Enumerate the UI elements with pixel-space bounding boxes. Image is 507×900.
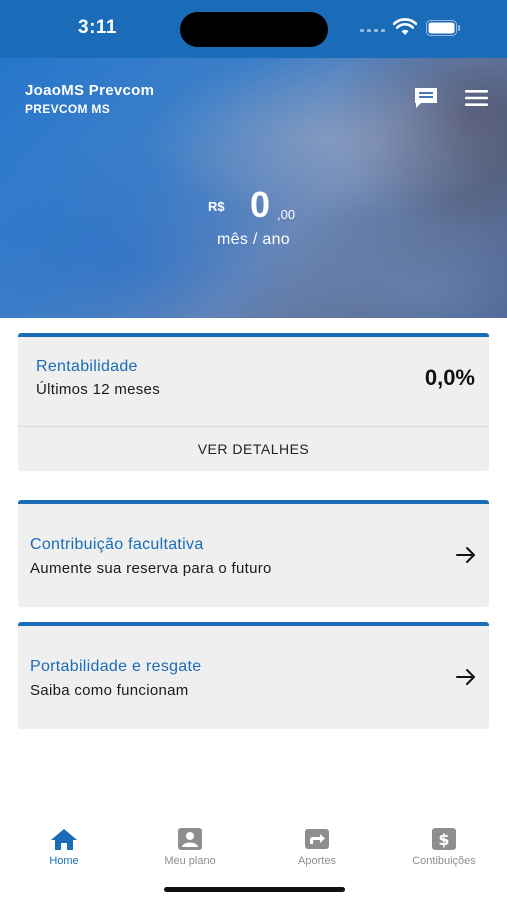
tab-bar: Home Meu plano Aportes $ Contibuições bbox=[0, 815, 507, 875]
cellular-signal-icon bbox=[360, 29, 385, 32]
svg-text:$: $ bbox=[438, 830, 449, 849]
tab-aportes-label: Aportes bbox=[298, 855, 336, 867]
person-card-icon bbox=[178, 828, 202, 850]
portabilidade-resgate-card[interactable]: Portabilidade e resgate Saiba como funci… bbox=[18, 622, 489, 729]
balance-currency: R$ bbox=[208, 199, 225, 214]
balance-decimal: ,00 bbox=[277, 207, 296, 222]
rentabilidade-card: Rentabilidade Últimos 12 meses 0,0% VER … bbox=[18, 333, 489, 471]
hamburger-menu-icon[interactable] bbox=[464, 88, 489, 108]
contribuicao-facultativa-card[interactable]: Contribuição facultativa Aumente sua res… bbox=[18, 500, 489, 607]
tab-aportes[interactable]: Aportes bbox=[267, 815, 367, 867]
contribuicao-subtitle: Aumente sua reserva para o futuro bbox=[30, 560, 272, 577]
status-time: 3:11 bbox=[78, 17, 117, 38]
tab-meu-plano[interactable]: Meu plano bbox=[140, 815, 240, 867]
tab-contribuicoes-label: Contibuições bbox=[412, 855, 476, 867]
portabilidade-title: Portabilidade e resgate bbox=[30, 658, 202, 675]
balance-hero: JoaoMS Prevcom PREVCOM MS R$ 0 ,00 mês /… bbox=[0, 58, 507, 318]
forward-arrow-icon bbox=[305, 829, 329, 849]
rentabilidade-value: 0,0% bbox=[424, 365, 475, 390]
home-icon bbox=[51, 829, 77, 850]
rentabilidade-subtitle: Últimos 12 meses bbox=[36, 381, 161, 398]
rentabilidade-title: Rentabilidade bbox=[36, 358, 138, 375]
arrow-right-icon[interactable] bbox=[455, 546, 477, 564]
contribuicao-title: Contribuição facultativa bbox=[30, 536, 204, 553]
chat-icon[interactable] bbox=[413, 86, 439, 110]
arrow-right-icon[interactable] bbox=[455, 668, 477, 686]
balance-integer: 0 bbox=[250, 184, 271, 225]
dynamic-island bbox=[180, 12, 328, 47]
wifi-icon bbox=[393, 18, 417, 35]
tab-home-label: Home bbox=[49, 855, 79, 867]
status-bar: 3:11 bbox=[0, 0, 507, 58]
organization-name: PREVCOM MS bbox=[25, 102, 111, 116]
tab-meu-plano-label: Meu plano bbox=[164, 855, 216, 867]
balance-period: mês / ano bbox=[217, 231, 290, 248]
card-divider bbox=[18, 426, 489, 427]
tab-home[interactable]: Home bbox=[14, 815, 114, 867]
portabilidade-subtitle: Saiba como funcionam bbox=[30, 682, 189, 699]
dollar-icon: $ bbox=[432, 828, 456, 850]
battery-icon bbox=[426, 20, 460, 36]
ver-detalhes-button[interactable]: VER DETALHES bbox=[18, 441, 489, 457]
home-indicator[interactable] bbox=[164, 887, 345, 892]
tab-contribuicoes[interactable]: $ Contibuições bbox=[394, 815, 494, 867]
user-name: JoaoMS Prevcom bbox=[25, 82, 155, 99]
